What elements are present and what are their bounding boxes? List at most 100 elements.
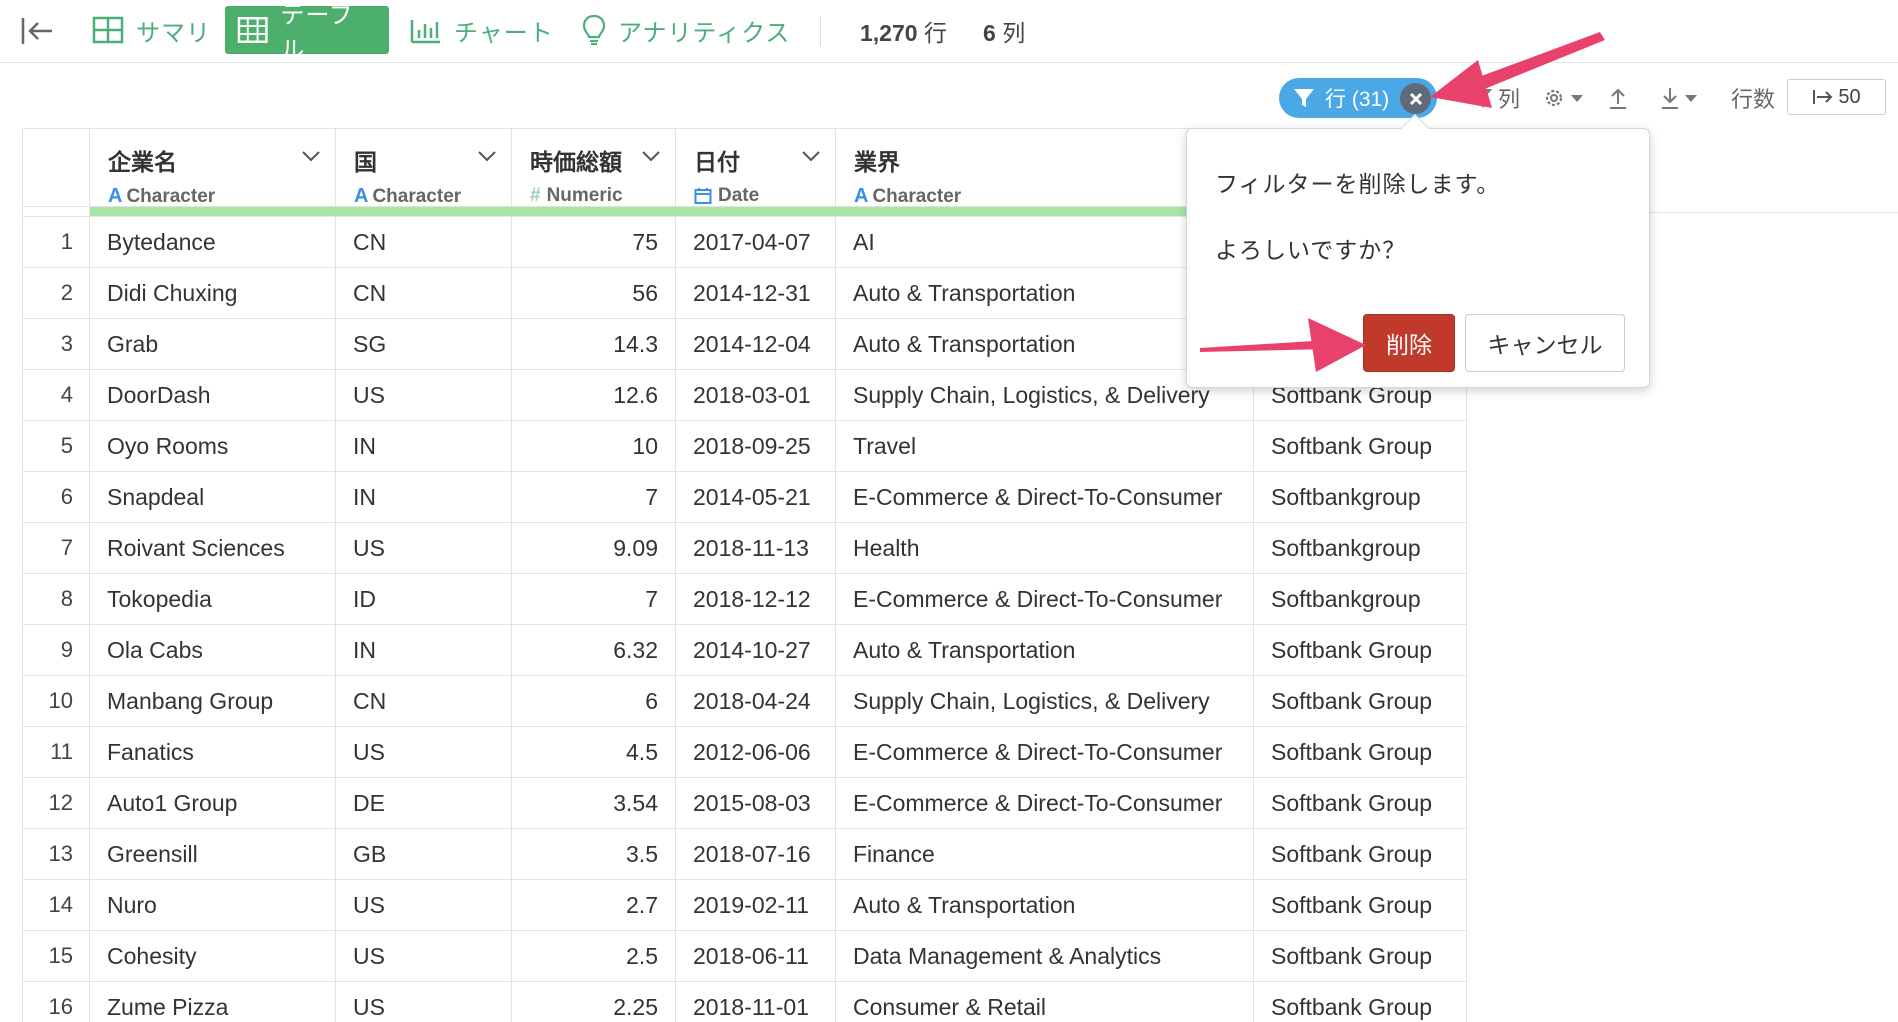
cell-investor[interactable]: Softbank Group: [1253, 420, 1467, 472]
cell-company[interactable]: Fanatics: [89, 726, 336, 778]
cell-investor[interactable]: Softbank Group: [1253, 828, 1467, 880]
column-header-date[interactable]: 日付 Date: [675, 128, 836, 207]
cell-date[interactable]: 2018-11-01: [675, 981, 836, 1022]
cell-market-cap[interactable]: 3.54: [511, 777, 676, 829]
row-index[interactable]: 3: [22, 318, 90, 370]
row-index[interactable]: 2: [22, 267, 90, 319]
cell-country[interactable]: US: [335, 522, 512, 574]
cell-date[interactable]: 2015-08-03: [675, 777, 836, 829]
cell-industry[interactable]: E-Commerce & Direct-To-Consumer: [835, 573, 1254, 625]
cell-industry[interactable]: Supply Chain, Logistics, & Delivery: [835, 675, 1254, 727]
cell-country[interactable]: CN: [335, 216, 512, 268]
tab-chart[interactable]: チャート: [398, 6, 566, 54]
cell-market-cap[interactable]: 10: [511, 420, 676, 472]
cell-country[interactable]: US: [335, 981, 512, 1022]
cell-company[interactable]: Roivant Sciences: [89, 522, 336, 574]
cell-investor[interactable]: Softbankgroup: [1253, 573, 1467, 625]
row-index[interactable]: 1: [22, 216, 90, 268]
cell-company[interactable]: Greensill: [89, 828, 336, 880]
cell-company[interactable]: Manbang Group: [89, 675, 336, 727]
row-index[interactable]: 7: [22, 522, 90, 574]
cell-market-cap[interactable]: 2.5: [511, 930, 676, 982]
cell-date[interactable]: 2018-06-11: [675, 930, 836, 982]
cell-industry[interactable]: Travel: [835, 420, 1254, 472]
cell-country[interactable]: CN: [335, 267, 512, 319]
column-filter-button[interactable]: 列: [1470, 82, 1520, 114]
cell-investor[interactable]: Softbank Group: [1253, 675, 1467, 727]
cell-market-cap[interactable]: 12.6: [511, 369, 676, 421]
cell-country[interactable]: US: [335, 930, 512, 982]
row-index[interactable]: 11: [22, 726, 90, 778]
cell-market-cap[interactable]: 6: [511, 675, 676, 727]
cell-company[interactable]: Nuro: [89, 879, 336, 931]
cell-industry[interactable]: E-Commerce & Direct-To-Consumer: [835, 726, 1254, 778]
cell-date[interactable]: 2018-09-25: [675, 420, 836, 472]
cell-country[interactable]: CN: [335, 675, 512, 727]
cell-market-cap[interactable]: 14.3: [511, 318, 676, 370]
cell-company[interactable]: Oyo Rooms: [89, 420, 336, 472]
row-index[interactable]: 6: [22, 471, 90, 523]
cell-industry[interactable]: Consumer & Retail: [835, 981, 1254, 1022]
cell-date[interactable]: 2014-12-04: [675, 318, 836, 370]
cell-date[interactable]: 2018-07-16: [675, 828, 836, 880]
cell-country[interactable]: ID: [335, 573, 512, 625]
cell-date[interactable]: 2014-10-27: [675, 624, 836, 676]
cell-investor[interactable]: Softbank Group: [1253, 930, 1467, 982]
row-index[interactable]: 4: [22, 369, 90, 421]
cell-country[interactable]: GB: [335, 828, 512, 880]
cell-investor[interactable]: Softbank Group: [1253, 777, 1467, 829]
cell-industry[interactable]: Health: [835, 522, 1254, 574]
download-button[interactable]: [1660, 82, 1698, 114]
close-icon[interactable]: [1400, 83, 1431, 114]
cell-market-cap[interactable]: 75: [511, 216, 676, 268]
cell-investor[interactable]: Softbank Group: [1253, 879, 1467, 931]
row-index[interactable]: 5: [22, 420, 90, 472]
rows-per-page-button[interactable]: 50: [1787, 79, 1886, 115]
cell-company[interactable]: Ola Cabs: [89, 624, 336, 676]
tab-summary[interactable]: サマリ: [80, 6, 223, 54]
cell-market-cap[interactable]: 6.32: [511, 624, 676, 676]
cell-investor[interactable]: Softbank Group: [1253, 624, 1467, 676]
cell-market-cap[interactable]: 4.5: [511, 726, 676, 778]
cell-company[interactable]: Grab: [89, 318, 336, 370]
cell-date[interactable]: 2014-12-31: [675, 267, 836, 319]
cell-investor[interactable]: Softbankgroup: [1253, 522, 1467, 574]
cell-company[interactable]: Auto1 Group: [89, 777, 336, 829]
cancel-button[interactable]: キャンセル: [1465, 314, 1625, 372]
cell-industry[interactable]: Auto & Transportation: [835, 879, 1254, 931]
cell-date[interactable]: 2012-06-06: [675, 726, 836, 778]
cell-date[interactable]: 2018-11-13: [675, 522, 836, 574]
chevron-down-icon[interactable]: [801, 149, 821, 163]
cell-country[interactable]: SG: [335, 318, 512, 370]
cell-date[interactable]: 2018-12-12: [675, 573, 836, 625]
cell-investor[interactable]: Softbank Group: [1253, 981, 1467, 1022]
row-index[interactable]: 14: [22, 879, 90, 931]
cell-date[interactable]: 2018-03-01: [675, 369, 836, 421]
cell-company[interactable]: Bytedance: [89, 216, 336, 268]
cell-company[interactable]: DoorDash: [89, 369, 336, 421]
cell-date[interactable]: 2018-04-24: [675, 675, 836, 727]
cell-country[interactable]: IN: [335, 624, 512, 676]
cell-industry[interactable]: Data Management & Analytics: [835, 930, 1254, 982]
tab-table[interactable]: テーブル: [225, 2, 389, 64]
upload-button[interactable]: [1608, 82, 1628, 114]
cell-country[interactable]: IN: [335, 420, 512, 472]
cell-country[interactable]: IN: [335, 471, 512, 523]
cell-market-cap[interactable]: 2.7: [511, 879, 676, 931]
cell-company[interactable]: Cohesity: [89, 930, 336, 982]
row-index[interactable]: 9: [22, 624, 90, 676]
cell-investor[interactable]: Softbankgroup: [1253, 471, 1467, 523]
row-index[interactable]: 8: [22, 573, 90, 625]
cell-country[interactable]: US: [335, 369, 512, 421]
cell-market-cap[interactable]: 7: [511, 573, 676, 625]
tab-analytics[interactable]: アナリティクス: [570, 6, 802, 54]
cell-market-cap[interactable]: 56: [511, 267, 676, 319]
delete-button[interactable]: 削除: [1363, 314, 1455, 372]
cell-market-cap[interactable]: 2.25: [511, 981, 676, 1022]
cell-country[interactable]: US: [335, 726, 512, 778]
cell-market-cap[interactable]: 9.09: [511, 522, 676, 574]
cell-date[interactable]: 2017-04-07: [675, 216, 836, 268]
column-header-country[interactable]: 国 A Character: [335, 128, 512, 207]
chevron-down-icon[interactable]: [641, 149, 661, 163]
cell-market-cap[interactable]: 3.5: [511, 828, 676, 880]
